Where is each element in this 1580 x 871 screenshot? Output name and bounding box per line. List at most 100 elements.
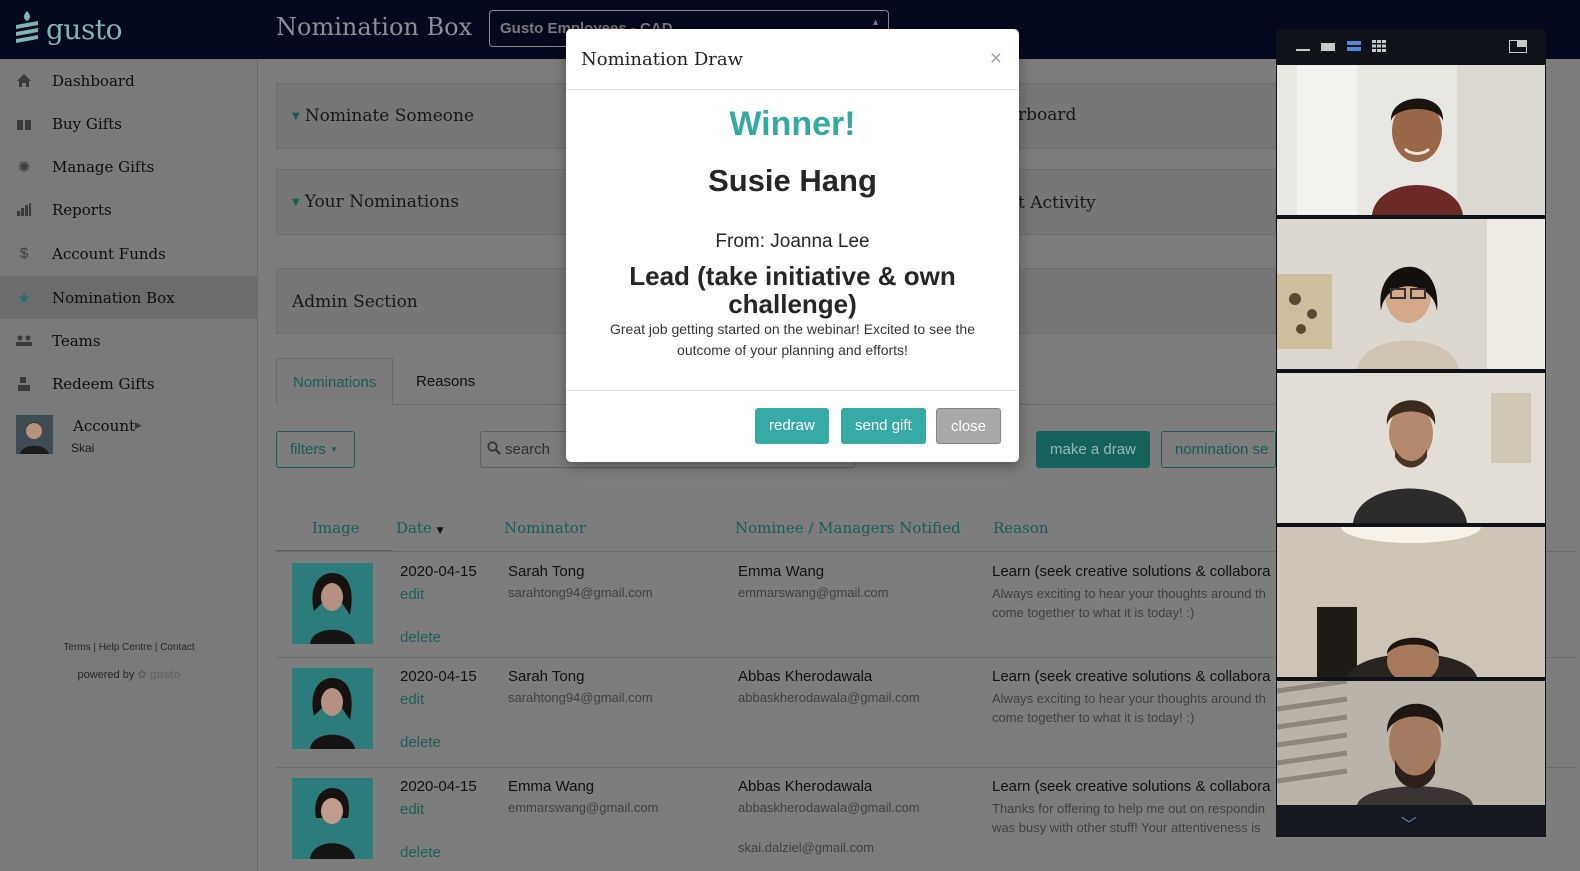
video-tile-participant-3[interactable]	[1277, 373, 1545, 523]
panel-title-text: Your Nominations	[304, 192, 460, 212]
delete-link[interactable]: delete	[400, 844, 441, 861]
single-view-icon[interactable]	[1321, 40, 1335, 52]
logo-text: gusto	[46, 12, 122, 46]
sidebar-item-buy-gifts[interactable]: Buy Gifts	[0, 102, 258, 145]
sidebar-item-nomination-box[interactable]: ★ Nomination Box	[0, 276, 258, 319]
nominee-email: abbaskherodawala@gmail.com	[738, 690, 920, 705]
sidebar-item-manage-gifts[interactable]: ✺ Manage Gifts	[0, 145, 258, 188]
row-date: 2020-04-15	[400, 778, 477, 795]
edit-link[interactable]: edit	[400, 691, 424, 708]
account-username: Skai	[71, 441, 95, 455]
exit-fullscreen-icon[interactable]	[1509, 40, 1527, 53]
make-a-draw-button[interactable]: make a draw	[1036, 431, 1150, 468]
gusto-mini-logo-icon: ✿	[137, 669, 147, 681]
row-reason: Learn (seek creative solutions & collabo…	[992, 563, 1271, 580]
dollar-icon: $	[19, 245, 29, 262]
your-nominations-title: ▼ Your Nominations	[292, 192, 459, 212]
gift-icon	[15, 115, 33, 133]
leaderboard-panel-title: rboard	[1018, 105, 1077, 125]
nominee-email: emmarswang@gmail.com	[738, 585, 889, 600]
home-icon	[15, 72, 33, 90]
close-icon[interactable]: ×	[990, 47, 1002, 71]
nominee-name: Emma Wang	[738, 563, 825, 580]
tab-nominations[interactable]: Nominations	[276, 358, 394, 405]
video-tile-participant-2[interactable]	[1277, 219, 1545, 369]
video-tile-participant-1[interactable]	[1277, 65, 1545, 215]
nominate-panel-title: ▼ Nominate Someone	[292, 106, 474, 126]
search-icon	[487, 441, 501, 458]
sidebar-item-teams[interactable]: Teams	[0, 319, 258, 362]
minimize-icon[interactable]	[1296, 40, 1310, 52]
sidebar: Dashboard Buy Gifts ✺ Manage Gifts Repor…	[0, 59, 258, 871]
send-gift-button[interactable]: send gift	[841, 408, 926, 444]
avatar	[16, 415, 53, 454]
sort-desc-icon: ▼	[436, 526, 444, 536]
row-message-line: come together to what it is today! :)	[992, 710, 1195, 725]
delete-link[interactable]: delete	[400, 734, 441, 751]
filters-button[interactable]: filters ▼	[276, 431, 355, 468]
row-message-line: come together to what it is today! :)	[992, 605, 1195, 620]
column-header-reason: Reason	[993, 519, 1049, 537]
winner-heading: Winner!	[729, 105, 856, 143]
chevron-down-icon[interactable]: ﹀	[1401, 811, 1417, 835]
column-header-image: Image	[312, 519, 360, 537]
gift-box-logo-icon	[16, 11, 38, 43]
grid-view-icon[interactable]	[1372, 40, 1386, 52]
activity-panel-title: t Activity	[1018, 193, 1096, 213]
delete-link[interactable]: delete	[400, 629, 441, 646]
table-row: 2020-04-15 edit delete Sarah Tong saraht…	[276, 658, 1276, 763]
close-button[interactable]: close	[936, 408, 1002, 444]
sidebar-item-account-funds[interactable]: $ Account Funds	[0, 232, 258, 275]
sidebar-item-label: Nomination Box	[52, 288, 175, 307]
bar-chart-icon	[15, 201, 33, 219]
manager-email: skai.dalziel@gmail.com	[738, 840, 875, 855]
sidebar-item-label: Buy Gifts	[52, 114, 122, 133]
account-label: Account	[73, 417, 136, 435]
edit-link[interactable]: edit	[400, 586, 424, 603]
nominator-email: sarahtong94@gmail.com	[508, 690, 653, 705]
account-menu[interactable]: Account ▶ Skai	[0, 409, 258, 464]
caret-down-icon: ▼	[292, 111, 300, 122]
modal-title: Nomination Draw	[581, 49, 744, 70]
nomination-settings-button[interactable]: nomination se	[1161, 431, 1276, 468]
nominee-photo	[292, 778, 373, 859]
redraw-button[interactable]: redraw	[755, 408, 829, 444]
column-header-nominator: Nominator	[504, 519, 587, 537]
video-tile-participant-4[interactable]	[1277, 527, 1545, 677]
winner-message: Great job getting started on the webinar…	[610, 321, 975, 358]
row-reason: Learn (seek creative solutions & collabo…	[992, 778, 1271, 795]
column-header-nominee: Nominee / Managers Notified	[735, 519, 961, 537]
caret-right-icon: ▶	[135, 420, 142, 430]
strip-view-icon[interactable]	[1347, 40, 1361, 52]
row-reason: Learn (seek creative solutions & collabo…	[992, 668, 1271, 685]
row-message-line: Thanks for offering to help me out on re…	[992, 801, 1265, 816]
table-row: 2020-04-15 edit delete Emma Wang emmarsw…	[276, 768, 1276, 871]
column-header-date[interactable]: Date ▼	[396, 519, 444, 537]
search-placeholder: search	[505, 441, 551, 458]
nominator-name: Sarah Tong	[508, 563, 585, 580]
caret-down-icon: ▼	[292, 197, 300, 208]
gusto-logo[interactable]: gusto	[12, 8, 122, 50]
sidebar-item-label: Reports	[52, 200, 112, 219]
nominee-email: abbaskherodawala@gmail.com	[738, 800, 920, 815]
modal-header: Nomination Draw ×	[566, 29, 1019, 90]
sidebar-item-redeem-gifts[interactable]: Redeem Gifts	[0, 362, 258, 405]
row-message-line: Always exciting to hear your thoughts ar…	[992, 691, 1266, 706]
video-call-panel: ﹀	[1276, 29, 1546, 837]
caret-down-icon: ▼	[330, 445, 338, 454]
sidebar-item-reports[interactable]: Reports	[0, 188, 258, 231]
nominator-email: emmarswang@gmail.com	[508, 800, 659, 815]
footer-links[interactable]: Terms | Help Centre | Contact	[0, 642, 258, 653]
sidebar-item-label: Manage Gifts	[52, 157, 155, 176]
powered-by: powered by ✿ gusto	[0, 668, 258, 681]
star-icon: ★	[17, 289, 31, 307]
sidebar-item-dashboard[interactable]: Dashboard	[0, 59, 258, 102]
tab-reasons[interactable]: Reasons	[400, 358, 491, 405]
row-message: Thanks for offering to help me out on re…	[992, 799, 1282, 837]
nominator-name: Sarah Tong	[508, 668, 585, 685]
edit-link[interactable]: edit	[400, 801, 424, 818]
nominator-email: sarahtong94@gmail.com	[508, 585, 653, 600]
powered-brand: gusto	[149, 668, 181, 681]
video-strip-footer: ﹀	[1276, 805, 1546, 837]
filters-label: filters	[290, 441, 326, 458]
